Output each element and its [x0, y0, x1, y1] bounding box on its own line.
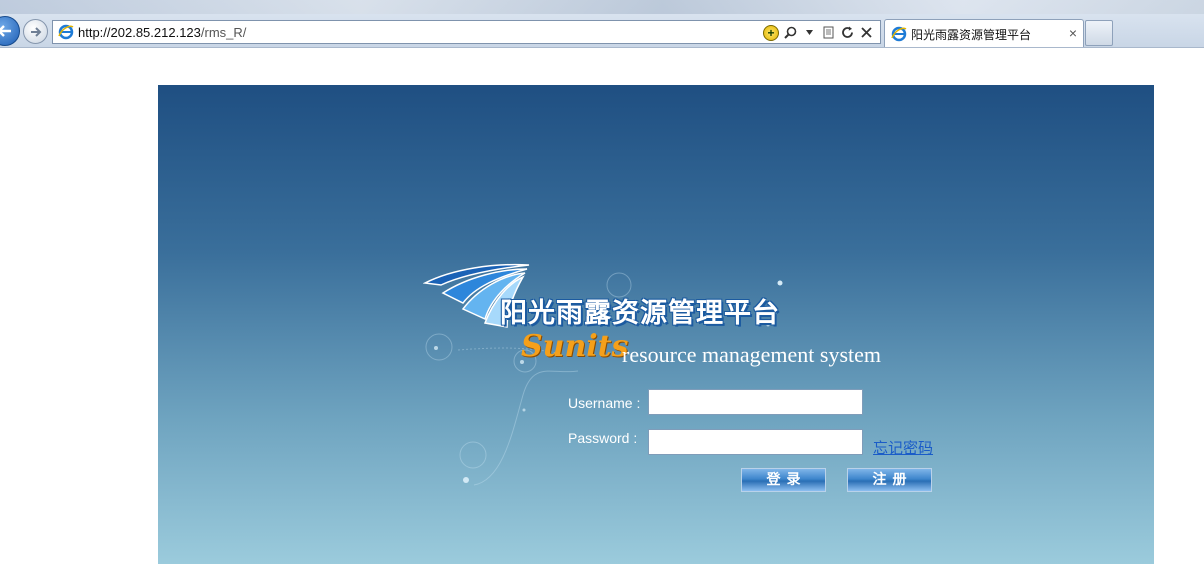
logo-title: 阳光雨露资源管理平台 — [500, 298, 780, 329]
search-button[interactable] — [782, 24, 798, 41]
refresh-button[interactable] — [839, 24, 855, 41]
username-label: Username : — [568, 395, 641, 411]
username-input[interactable] — [648, 389, 863, 415]
tab-title: 阳光雨露资源管理平台 — [911, 28, 1032, 42]
browser-tab[interactable]: 阳光雨露资源管理平台 × — [884, 19, 1084, 47]
login-button[interactable]: 登录 — [741, 468, 826, 492]
stop-icon — [860, 27, 872, 38]
stop-button[interactable] — [858, 24, 874, 41]
url-path: /rms_R/ — [200, 25, 247, 40]
tagline: resource management system — [622, 342, 882, 367]
forgot-password-link[interactable]: 忘记密码 — [873, 437, 933, 458]
compatibility-view-icon: + — [763, 24, 779, 41]
search-icon — [783, 26, 796, 39]
password-input[interactable] — [648, 429, 863, 455]
register-button[interactable]: 注册 — [847, 468, 932, 492]
search-dropdown[interactable] — [801, 24, 817, 41]
blurred-favorites-bar — [0, 0, 1204, 14]
back-arrow-icon — [0, 25, 11, 37]
address-tools: + — [763, 23, 874, 42]
page-view-button[interactable] — [820, 24, 836, 41]
ie-icon — [58, 24, 74, 40]
dropdown-arrow-icon — [805, 30, 813, 35]
address-bar[interactable]: http://202.85.212.123/rms_R/ + — [52, 20, 881, 44]
password-label: Password : — [568, 430, 638, 446]
refresh-icon — [841, 26, 853, 38]
compatibility-view-button[interactable]: + — [763, 24, 779, 41]
forward-button[interactable] — [23, 19, 48, 44]
forward-arrow-icon — [30, 26, 41, 37]
login-panel: 阳光雨露资源管理平台 Sunits resource management sy… — [158, 85, 1154, 564]
back-button[interactable] — [0, 16, 20, 46]
ie-icon — [891, 26, 907, 42]
new-tab-button[interactable] — [1085, 20, 1113, 46]
url-text[interactable]: http://202.85.212.123/rms_R/ — [78, 25, 246, 40]
brand-name: Sunits — [521, 329, 629, 364]
url-host: http://202.85.212.123 — [78, 25, 201, 40]
browser-toolbar: http://202.85.212.123/rms_R/ + 阳光雨露资源管理平… — [0, 0, 1204, 48]
close-icon[interactable]: × — [1069, 25, 1077, 41]
page-icon — [823, 26, 833, 39]
